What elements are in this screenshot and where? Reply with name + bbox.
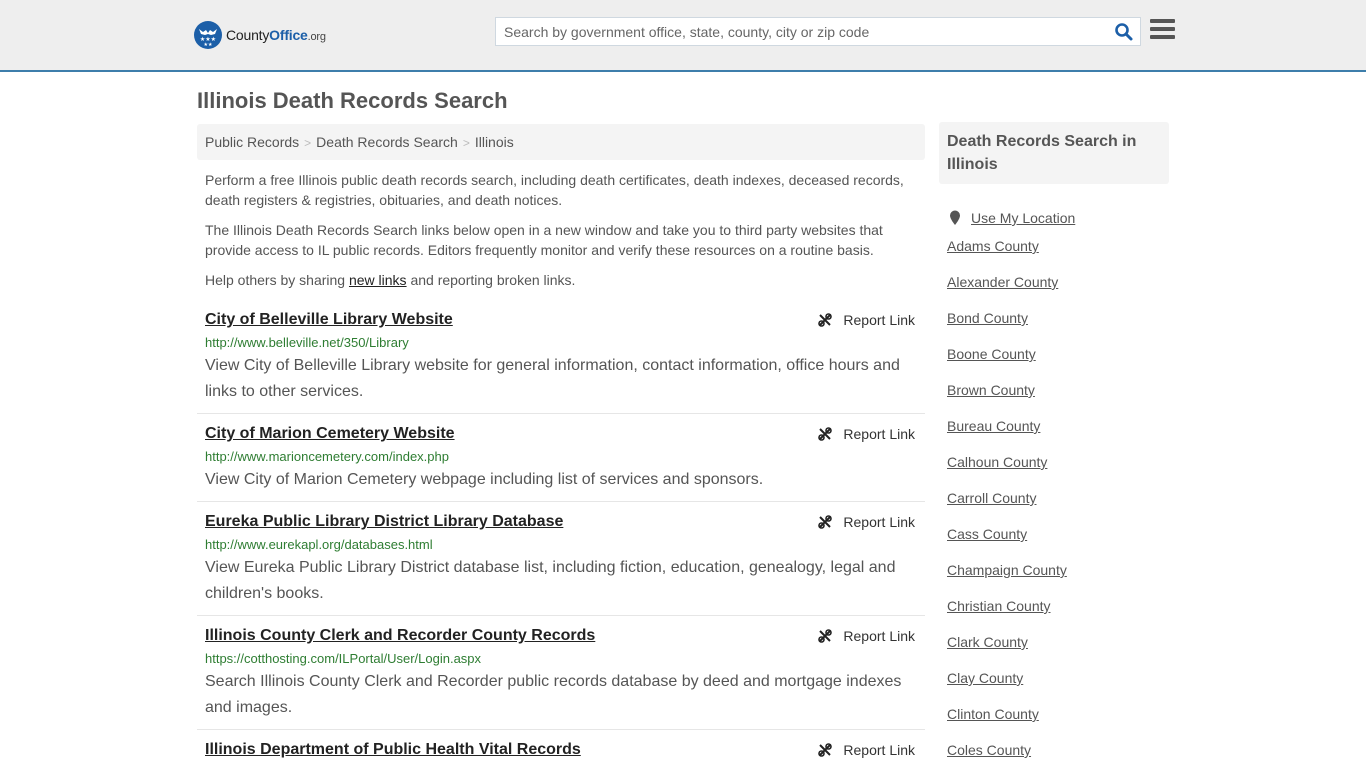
county-item: Brown County bbox=[947, 380, 1169, 416]
result-item: Illinois Department of Public Health Vit… bbox=[197, 730, 925, 768]
county-item: Boone County bbox=[947, 344, 1169, 380]
logo-tld: .org bbox=[307, 31, 326, 43]
report-link-label: Report Link bbox=[843, 426, 915, 442]
county-link[interactable]: Alexander County bbox=[947, 274, 1058, 290]
eagle-stars-logo-icon: ★★★ ★★ bbox=[194, 21, 222, 49]
breadcrumb-death-records-search[interactable]: Death Records Search bbox=[316, 134, 458, 150]
help-text: Help others by sharing bbox=[205, 272, 349, 288]
report-link-button[interactable]: Report Link bbox=[817, 742, 915, 758]
county-item: Clinton County bbox=[947, 704, 1169, 740]
search-icon[interactable] bbox=[1114, 22, 1134, 42]
county-link[interactable]: Bond County bbox=[947, 310, 1028, 326]
breadcrumb: Public Records > Death Records Search > Illi… bbox=[197, 124, 925, 160]
result-title-link[interactable]: Illinois Department of Public Health Vit… bbox=[205, 740, 581, 760]
menu-bar bbox=[1150, 35, 1175, 39]
county-item: Clark County bbox=[947, 632, 1169, 668]
result-url: http://www.eurekapl.org/databases.html bbox=[205, 537, 433, 552]
results-list: City of Belleville Library Website Repor… bbox=[197, 300, 925, 768]
result-url: https://cotthosting.com/ILPortal/User/Lo… bbox=[205, 651, 482, 666]
site-logo[interactable]: ★★★ ★★ CountyOffice.org bbox=[194, 20, 326, 50]
county-link[interactable]: Cass County bbox=[947, 526, 1027, 542]
result-title-link[interactable]: City of Belleville Library Website bbox=[205, 310, 453, 330]
report-link-label: Report Link bbox=[843, 514, 915, 530]
county-link[interactable]: Clay County bbox=[947, 670, 1023, 686]
disclaimer-paragraph: The Illinois Death Records Search links … bbox=[205, 222, 883, 258]
page-title: Illinois Death Records Search bbox=[197, 88, 508, 113]
county-link[interactable]: Brown County bbox=[947, 382, 1035, 398]
county-link[interactable]: Bureau County bbox=[947, 418, 1040, 434]
report-link-button[interactable]: Report Link bbox=[817, 628, 915, 644]
logo-brand: Office bbox=[269, 27, 308, 43]
result-title-link[interactable]: City of Marion Cemetery Website bbox=[205, 424, 455, 444]
county-link[interactable]: Christian County bbox=[947, 598, 1051, 614]
county-item: Bond County bbox=[947, 308, 1169, 344]
search-input[interactable] bbox=[496, 18, 1106, 45]
county-item: Christian County bbox=[947, 596, 1169, 632]
report-link-button[interactable]: Report Link bbox=[817, 312, 915, 328]
county-item: Carroll County bbox=[947, 488, 1169, 524]
broken-link-icon bbox=[818, 427, 833, 441]
county-link[interactable]: Boone County bbox=[947, 346, 1036, 362]
county-link[interactable]: Champaign County bbox=[947, 562, 1067, 578]
breadcrumb-public-records[interactable]: Public Records bbox=[205, 134, 299, 150]
county-link[interactable]: Adams County bbox=[947, 238, 1039, 254]
site-header: ★★★ ★★ CountyOffice.org bbox=[0, 0, 1366, 72]
use-my-location-link[interactable]: Use My Location bbox=[971, 208, 1075, 228]
breadcrumb-separator: > bbox=[304, 136, 312, 150]
result-title-link[interactable]: Eureka Public Library District Library D… bbox=[205, 512, 563, 532]
broken-link-icon bbox=[818, 629, 833, 643]
county-item: Adams County bbox=[947, 236, 1169, 272]
result-url: http://www.belleville.net/350/Library bbox=[205, 335, 409, 350]
result-item: Eureka Public Library District Library D… bbox=[197, 502, 925, 616]
menu-bar bbox=[1150, 27, 1175, 31]
result-description: View City of Marion Cemetery webpage inc… bbox=[205, 471, 764, 488]
help-paragraph: Help others by sharing new links and rep… bbox=[205, 270, 917, 290]
county-link[interactable]: Clark County bbox=[947, 634, 1028, 650]
report-link-button[interactable]: Report Link bbox=[817, 426, 915, 442]
result-item: Illinois County Clerk and Recorder Count… bbox=[197, 616, 925, 730]
broken-link-icon bbox=[818, 515, 833, 529]
broken-link-icon bbox=[818, 313, 833, 327]
breadcrumb-illinois[interactable]: Illinois bbox=[475, 134, 514, 150]
sidebar-heading: Death Records Search in Illinois bbox=[939, 122, 1169, 184]
result-description: Search Illinois County Clerk and Recorde… bbox=[205, 673, 902, 716]
county-link[interactable]: Calhoun County bbox=[947, 454, 1047, 470]
county-item: Clay County bbox=[947, 668, 1169, 704]
result-item: City of Marion Cemetery Website Report L… bbox=[197, 414, 925, 502]
help-text: and reporting broken links. bbox=[406, 272, 576, 288]
logo-text: CountyOffice.org bbox=[226, 27, 326, 43]
result-description: View City of Belleville Library website … bbox=[205, 357, 900, 400]
search-bar bbox=[495, 17, 1141, 46]
use-my-location: Use My Location bbox=[947, 200, 1169, 236]
logo-prefix: County bbox=[226, 27, 270, 43]
report-link-button[interactable]: Report Link bbox=[817, 514, 915, 530]
county-item: Alexander County bbox=[947, 272, 1169, 308]
county-item: Calhoun County bbox=[947, 452, 1169, 488]
menu-bar bbox=[1150, 19, 1175, 23]
county-list: Use My Location Adams County Alexander C… bbox=[947, 200, 1169, 776]
county-item: Bureau County bbox=[947, 416, 1169, 452]
county-item: Coles County bbox=[947, 740, 1169, 776]
result-item: City of Belleville Library Website Repor… bbox=[197, 300, 925, 414]
hamburger-menu-icon[interactable] bbox=[1150, 19, 1175, 41]
new-links-link[interactable]: new links bbox=[349, 272, 407, 288]
intro-paragraph: Perform a free Illinois public death rec… bbox=[205, 172, 904, 208]
map-pin-icon bbox=[950, 210, 960, 225]
result-description: View Eureka Public Library District data… bbox=[205, 559, 896, 602]
report-link-label: Report Link bbox=[843, 312, 915, 328]
county-item: Champaign County bbox=[947, 560, 1169, 596]
report-link-label: Report Link bbox=[843, 628, 915, 644]
svg-text:★★: ★★ bbox=[204, 42, 213, 48]
broken-link-icon bbox=[818, 743, 833, 757]
result-title-link[interactable]: Illinois County Clerk and Recorder Count… bbox=[205, 626, 595, 646]
county-item: Cass County bbox=[947, 524, 1169, 560]
breadcrumb-separator: > bbox=[462, 136, 470, 150]
county-link[interactable]: Carroll County bbox=[947, 490, 1036, 506]
county-link[interactable]: Coles County bbox=[947, 742, 1031, 758]
report-link-label: Report Link bbox=[843, 742, 915, 758]
result-url: http://www.marioncemetery.com/index.php bbox=[205, 449, 449, 464]
county-link[interactable]: Clinton County bbox=[947, 706, 1039, 722]
